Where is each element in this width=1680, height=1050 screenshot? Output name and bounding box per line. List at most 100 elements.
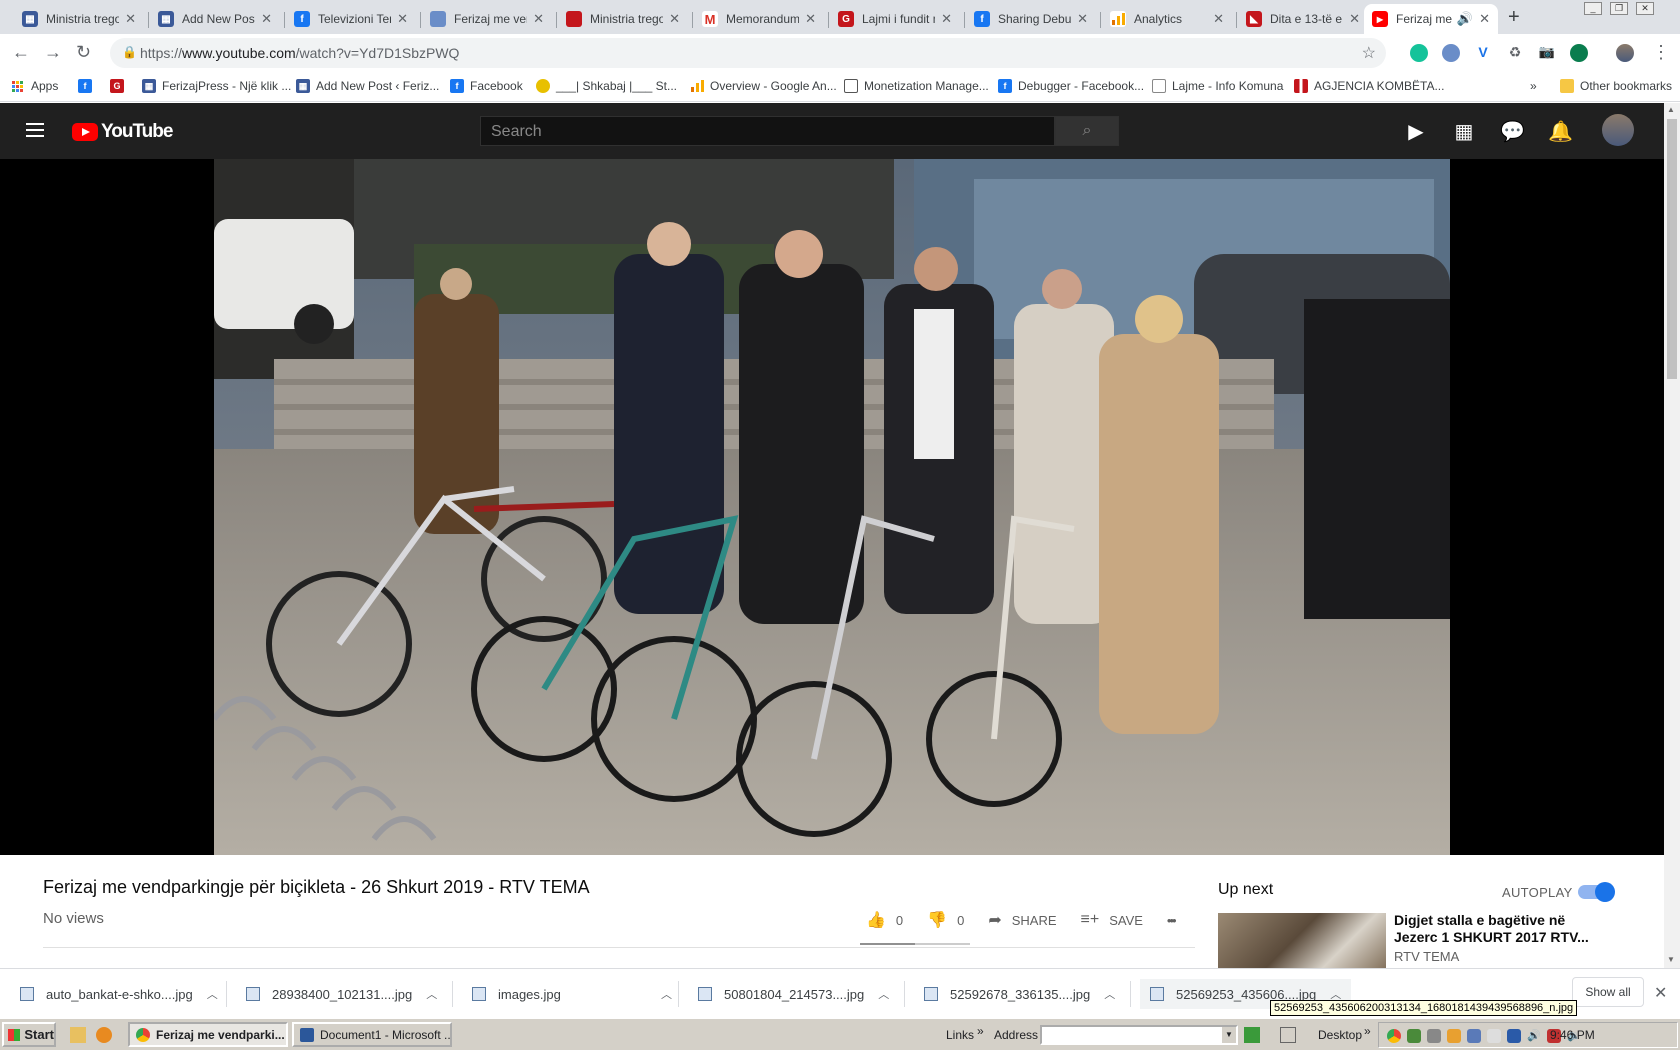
- minimize-button[interactable]: _: [1584, 2, 1602, 15]
- sync-icon[interactable]: [1570, 44, 1588, 62]
- extension-icon[interactable]: [1442, 44, 1460, 62]
- youtube-logo[interactable]: YouTube: [72, 121, 173, 143]
- next-video-title[interactable]: Digjet stalla e bagëtive në Jezerc 1 SHK…: [1394, 912, 1594, 946]
- video-frame[interactable]: [214, 159, 1450, 855]
- links-overflow-button[interactable]: »: [977, 1024, 984, 1038]
- vpn-icon[interactable]: V: [1474, 44, 1492, 62]
- bookmarks-overflow-button[interactable]: »: [1530, 79, 1537, 93]
- close-icon[interactable]: ✕: [1479, 11, 1490, 27]
- save-button[interactable]: ≡+ SAVE: [1081, 911, 1143, 929]
- caret-up-icon[interactable]: ︿: [207, 986, 218, 1002]
- messages-icon[interactable]: 💬: [1500, 119, 1525, 144]
- bookmark-facebook[interactable]: f: [78, 79, 98, 93]
- close-window-button[interactable]: ✕: [1636, 2, 1654, 15]
- bookmark-apps[interactable]: Apps: [12, 79, 58, 93]
- scroll-up-arrow-icon[interactable]: ▲: [1667, 105, 1675, 114]
- edit-icon[interactable]: [1280, 1027, 1296, 1043]
- desktop-toolbar-label[interactable]: Desktop: [1318, 1028, 1362, 1042]
- chrome-tray-icon[interactable]: [1387, 1029, 1401, 1043]
- browser-tab[interactable]: ▦ Add New Post ✕: [150, 4, 280, 34]
- recycle-icon[interactable]: ♻: [1506, 44, 1524, 62]
- download-item[interactable]: 50801804_214573....jpg ︿: [698, 979, 889, 1009]
- bookmark-shkabaj[interactable]: ___| Shkabaj |___ St...: [536, 79, 677, 93]
- dislike-button[interactable]: 👎 0: [927, 910, 964, 930]
- close-icon[interactable]: ✕: [261, 11, 272, 27]
- scroll-down-arrow-icon[interactable]: ▼: [1667, 955, 1675, 964]
- show-all-downloads-button[interactable]: Show all: [1572, 977, 1644, 1007]
- volume-icon[interactable]: 🔊: [1527, 1029, 1541, 1043]
- page-scrollbar[interactable]: ▲ ▼: [1664, 103, 1680, 968]
- download-item[interactable]: auto_bankat-e-shko....jpg ︿: [20, 979, 218, 1009]
- grammarly-icon[interactable]: [1410, 44, 1428, 62]
- caret-up-icon[interactable]: ︿: [426, 986, 437, 1002]
- bookmark-google-analytics[interactable]: Overview - Google An...: [690, 79, 837, 93]
- network-icon[interactable]: [1467, 1029, 1481, 1043]
- reload-icon[interactable]: ↻: [76, 42, 91, 63]
- bookmark-agjencia[interactable]: AGJENCIA KOMBËTA...: [1294, 79, 1444, 93]
- bookmark-ge[interactable]: G: [110, 79, 130, 93]
- other-bookmarks[interactable]: Other bookmarks: [1560, 79, 1672, 93]
- taskbar-item-word[interactable]: Document1 - Microsoft ...: [292, 1022, 452, 1047]
- app-tray-icon[interactable]: [1447, 1029, 1461, 1043]
- like-button[interactable]: 👍 0: [866, 910, 903, 930]
- taskbar-item-chrome[interactable]: Ferizaj me vendparki...: [128, 1022, 288, 1047]
- caret-up-icon[interactable]: ︿: [1104, 986, 1115, 1002]
- close-icon[interactable]: ✕: [941, 11, 952, 27]
- browser-tab[interactable]: f Televizioni Tem ✕: [286, 4, 416, 34]
- links-toolbar-label[interactable]: Links: [946, 1028, 974, 1042]
- bookmark-add-new-post[interactable]: ▦ Add New Post ‹ Feriz...: [296, 79, 439, 93]
- new-tab-button[interactable]: +: [1508, 6, 1520, 29]
- bookmark-debugger[interactable]: f Debugger - Facebook...: [998, 79, 1144, 93]
- browser-tab[interactable]: Ministria tregon ✕: [558, 4, 688, 34]
- browser-tab[interactable]: ▦ Ministria tregon ✕: [14, 4, 144, 34]
- back-icon[interactable]: ←: [12, 42, 30, 63]
- flag-icon[interactable]: [1487, 1029, 1501, 1043]
- avatar[interactable]: [1602, 114, 1634, 146]
- next-video-thumbnail[interactable]: [1218, 913, 1386, 968]
- dropdown-arrow-icon[interactable]: ▼: [1222, 1027, 1236, 1043]
- go-icon[interactable]: [1244, 1027, 1260, 1043]
- close-icon[interactable]: ✕: [805, 11, 816, 27]
- start-button[interactable]: Start: [2, 1022, 56, 1047]
- restore-button[interactable]: ❐: [1610, 2, 1628, 15]
- close-icon[interactable]: ✕: [1213, 11, 1224, 27]
- profile-avatar[interactable]: [1616, 44, 1634, 62]
- browser-tab[interactable]: Analytics ✕: [1102, 4, 1232, 34]
- bookmark-star-icon[interactable]: ☆: [1362, 43, 1376, 63]
- notifications-bell-icon[interactable]: 🔔: [1548, 119, 1573, 144]
- scrollbar-thumb[interactable]: [1667, 119, 1677, 379]
- shield-icon[interactable]: [1407, 1029, 1421, 1043]
- monitor-icon[interactable]: [1507, 1029, 1521, 1043]
- create-video-icon[interactable]: ▶: [1404, 119, 1428, 144]
- desktop-overflow-button[interactable]: »: [1364, 1024, 1371, 1038]
- menu-icon[interactable]: ⋮: [1652, 42, 1670, 63]
- more-actions-button[interactable]: •••: [1167, 913, 1177, 928]
- close-icon[interactable]: ✕: [1654, 983, 1667, 1003]
- search-input[interactable]: Search: [480, 116, 1055, 146]
- hamburger-menu-icon[interactable]: [26, 123, 44, 137]
- download-item[interactable]: 28938400_102131....jpg ︿: [246, 979, 437, 1009]
- camera-icon[interactable]: 📷: [1538, 44, 1556, 62]
- close-icon[interactable]: ✕: [397, 11, 408, 27]
- next-video-channel[interactable]: RTV TEMA: [1394, 949, 1459, 964]
- download-item[interactable]: 52592678_336135....jpg ︿: [924, 979, 1115, 1009]
- bookmark-info-komuna[interactable]: Lajme - Info Komuna: [1152, 79, 1283, 93]
- apps-grid-icon[interactable]: ▦: [1452, 119, 1476, 144]
- close-icon[interactable]: ✕: [1077, 11, 1088, 27]
- bookmark-ferizajpress[interactable]: ▦ FerizajPress - Një klik ...: [142, 79, 291, 93]
- browser-tab[interactable]: f Sharing Debug ✕: [966, 4, 1096, 34]
- caret-up-icon[interactable]: ︿: [661, 986, 672, 1002]
- address-input[interactable]: ▼: [1040, 1025, 1238, 1045]
- browser-tab[interactable]: M Memorandum ✕: [694, 4, 824, 34]
- close-icon[interactable]: ✕: [669, 11, 680, 27]
- media-player-icon[interactable]: [96, 1027, 112, 1043]
- video-player[interactable]: [0, 159, 1664, 855]
- address-bar[interactable]: 🔒 https://www.youtube.com/watch?v=Yd7D1S…: [110, 38, 1386, 68]
- bookmark-monetization[interactable]: Monetization Manage...: [844, 79, 989, 93]
- close-icon[interactable]: ✕: [125, 11, 136, 27]
- close-icon[interactable]: ✕: [533, 11, 544, 27]
- browser-tab[interactable]: ◣ Dita e 13-të e ✕: [1238, 4, 1368, 34]
- browser-tab[interactable]: Ferizaj me ven ✕: [422, 4, 552, 34]
- printer-icon[interactable]: [1427, 1029, 1441, 1043]
- autoplay-toggle[interactable]: [1578, 882, 1615, 902]
